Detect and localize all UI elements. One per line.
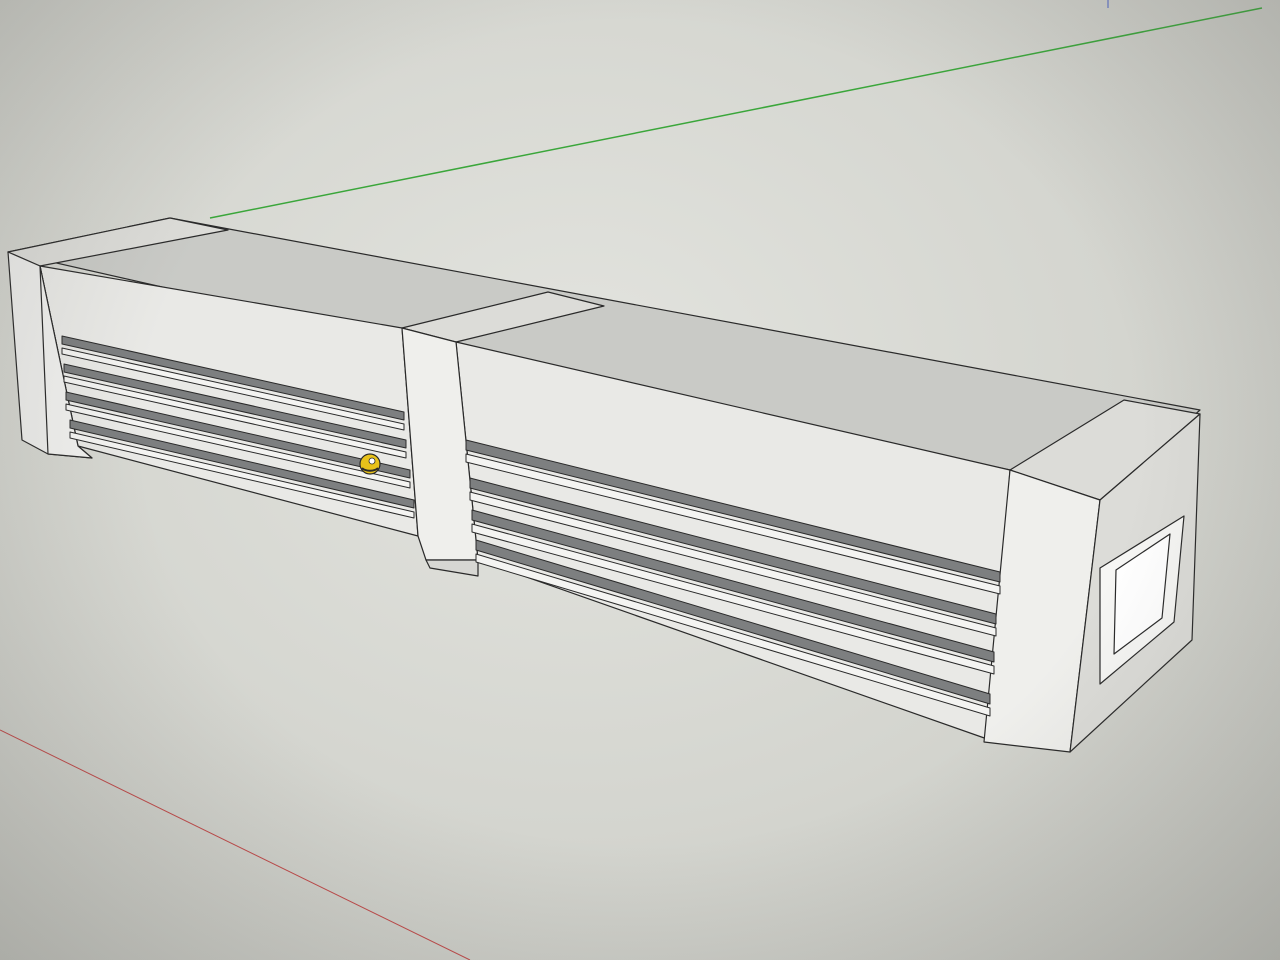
- scene-canvas[interactable]: [0, 0, 1280, 960]
- modeling-viewport[interactable]: [0, 0, 1280, 960]
- green-axis-line: [209, 7, 1263, 219]
- red-axis-line: [0, 729, 471, 960]
- bench-model[interactable]: [7, 217, 1201, 753]
- middle-leg-bottom: [425, 559, 479, 577]
- orbit-cursor-icon: [359, 453, 381, 475]
